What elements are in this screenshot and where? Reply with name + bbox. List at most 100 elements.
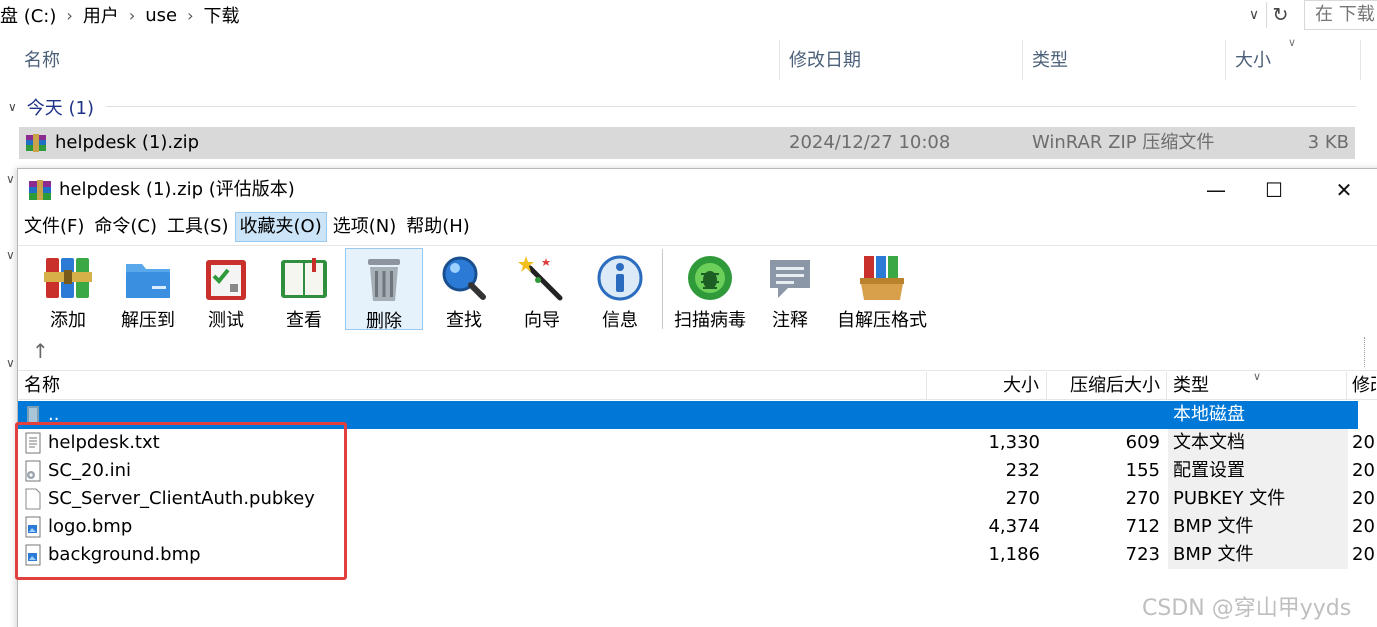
- extract-folder-icon: [126, 264, 170, 298]
- menu-item[interactable]: 命令(C): [90, 212, 161, 242]
- extract-to-button[interactable]: 解压到: [110, 248, 186, 331]
- column-date[interactable]: 修改日期: [779, 40, 861, 82]
- add-books-icon: [44, 258, 92, 298]
- virus-scan-button[interactable]: 扫描病毒: [670, 248, 750, 331]
- file-packed-size: 712: [1125, 516, 1160, 537]
- view-button[interactable]: 查看: [268, 248, 340, 331]
- sfx-button[interactable]: 自解压格式: [832, 248, 932, 331]
- column-size[interactable]: 大小: [1003, 372, 1039, 400]
- file-packed-size: 155: [1125, 460, 1160, 481]
- file-packed-size: 270: [1125, 488, 1160, 509]
- sort-chevron-icon: ∨: [1288, 36, 1297, 49]
- chevron-down-icon[interactable]: ∨: [8, 100, 17, 114]
- chevron-down-icon[interactable]: ∨: [6, 172, 15, 186]
- chevron-right-icon[interactable]: ›: [183, 6, 197, 25]
- menu-item[interactable]: 选项(N): [329, 212, 401, 242]
- trash-bin-icon: [368, 259, 400, 301]
- chevron-right-icon[interactable]: ›: [62, 6, 76, 25]
- file-modified: 202: [1352, 544, 1376, 565]
- add-label: 添加: [50, 310, 86, 331]
- add-button[interactable]: 添加: [32, 248, 104, 331]
- info-button[interactable]: 信息: [584, 248, 656, 331]
- file-modified: 202: [1352, 516, 1376, 537]
- menu-item[interactable]: 帮助(H): [402, 212, 474, 242]
- magnifier-icon: [442, 256, 486, 300]
- file-type: 本地磁盘: [1168, 401, 1348, 429]
- extract-to-label: 解压到: [121, 310, 175, 331]
- up-arrow-icon[interactable]: ↑: [32, 339, 49, 363]
- sort-chevron-icon: ∨: [1253, 370, 1262, 383]
- sfx-box-icon: [860, 256, 904, 300]
- file-type: WinRAR ZIP 压缩文件: [1032, 132, 1215, 153]
- watermark: CSDN @穿山甲yyds: [1142, 596, 1352, 621]
- file-type: BMP 文件: [1168, 513, 1348, 541]
- file-size: 4,374: [988, 516, 1040, 537]
- file-date: 2024/12/27 10:08: [789, 132, 951, 153]
- menu-item[interactable]: 文件(F): [20, 212, 88, 242]
- toolbar-separator: [662, 249, 663, 329]
- wizard-button[interactable]: 向导: [506, 248, 578, 331]
- find-label: 查找: [446, 310, 482, 331]
- group-divider: [106, 106, 1356, 107]
- column-divider[interactable]: [1360, 40, 1361, 80]
- file-packed-size: 723: [1125, 544, 1160, 565]
- file-type: 配置设置: [1168, 457, 1348, 485]
- archive-column-header: 名称 大小 压缩后大小 类型 修改 ∨: [18, 370, 1377, 400]
- title-bar[interactable]: helpdesk (1).zip (评估版本) — ☐ ✕: [18, 169, 1377, 211]
- column-packed[interactable]: 压缩后大小: [1070, 372, 1160, 400]
- chevron-down-icon[interactable]: ∨: [6, 248, 15, 262]
- explorer-file-row[interactable]: helpdesk (1).zip 2024/12/27 10:08 WinRAR…: [19, 127, 1355, 159]
- sfx-label: 自解压格式: [837, 310, 927, 331]
- search-input[interactable]: 在 下载: [1304, 0, 1377, 30]
- column-divider[interactable]: [1346, 372, 1347, 400]
- file-packed-size: 609: [1125, 432, 1160, 453]
- file-type: PUBKEY 文件: [1168, 485, 1348, 513]
- chevron-down-icon[interactable]: ∨: [1243, 4, 1265, 26]
- column-type[interactable]: 类型: [1173, 372, 1209, 400]
- file-name: helpdesk (1).zip: [55, 132, 200, 153]
- file-size: 1,330: [988, 432, 1040, 453]
- view-book-icon: [281, 258, 327, 298]
- column-type[interactable]: 类型: [1022, 40, 1068, 82]
- column-name[interactable]: 名称: [24, 372, 60, 400]
- column-size[interactable]: 大小: [1225, 40, 1271, 82]
- group-header-today[interactable]: ∨ 今天 (1): [8, 94, 94, 120]
- column-divider[interactable]: [1046, 372, 1047, 400]
- column-divider[interactable]: [926, 372, 927, 400]
- find-button[interactable]: 查找: [428, 248, 500, 331]
- chevron-right-icon[interactable]: ›: [125, 6, 139, 25]
- column-modified[interactable]: 修改: [1352, 372, 1376, 400]
- column-divider[interactable]: [1166, 372, 1167, 400]
- breadcrumb: 盘 (C:) › 用户 › use › 下载: [0, 0, 246, 30]
- breadcrumb-downloads[interactable]: 下载: [198, 2, 246, 28]
- file-modified: 202: [1352, 432, 1376, 453]
- menu-item[interactable]: 工具(S): [163, 212, 232, 242]
- wizard-label: 向导: [524, 310, 560, 331]
- file-type: 文本文档: [1168, 429, 1348, 457]
- view-label: 查看: [286, 310, 322, 331]
- winrar-archive-icon: [26, 134, 46, 152]
- column-name[interactable]: 名称: [14, 40, 60, 82]
- close-icon[interactable]: ✕: [1310, 169, 1377, 211]
- path-dropdown-edge[interactable]: [1364, 337, 1376, 367]
- comment-button[interactable]: 注释: [754, 248, 826, 331]
- breadcrumb-users[interactable]: 用户: [77, 2, 125, 28]
- delete-button[interactable]: 删除: [345, 248, 423, 332]
- chevron-down-icon[interactable]: ∨: [6, 356, 15, 370]
- file-type: BMP 文件: [1168, 541, 1348, 569]
- breadcrumb-drive[interactable]: 盘 (C:): [0, 2, 62, 28]
- test-button[interactable]: 测试: [190, 248, 262, 331]
- maximize-icon[interactable]: ☐: [1240, 169, 1308, 211]
- test-label: 测试: [208, 310, 244, 331]
- winrar-app-icon: [29, 180, 51, 200]
- file-size: 1,186: [988, 544, 1040, 565]
- file-modified: 202: [1352, 460, 1376, 481]
- comment-label: 注释: [772, 310, 808, 331]
- file-size: 3 KB: [1307, 132, 1349, 153]
- wizard-wand-icon: [518, 256, 563, 301]
- refresh-icon[interactable]: ↻: [1266, 2, 1294, 28]
- info-label: 信息: [602, 310, 638, 331]
- menu-item[interactable]: 收藏夹(O): [234, 212, 327, 242]
- menu-bar: 文件(F) 命令(C) 工具(S) 收藏夹(O) 选项(N) 帮助(H): [18, 212, 1377, 242]
- breadcrumb-user[interactable]: use: [139, 5, 183, 26]
